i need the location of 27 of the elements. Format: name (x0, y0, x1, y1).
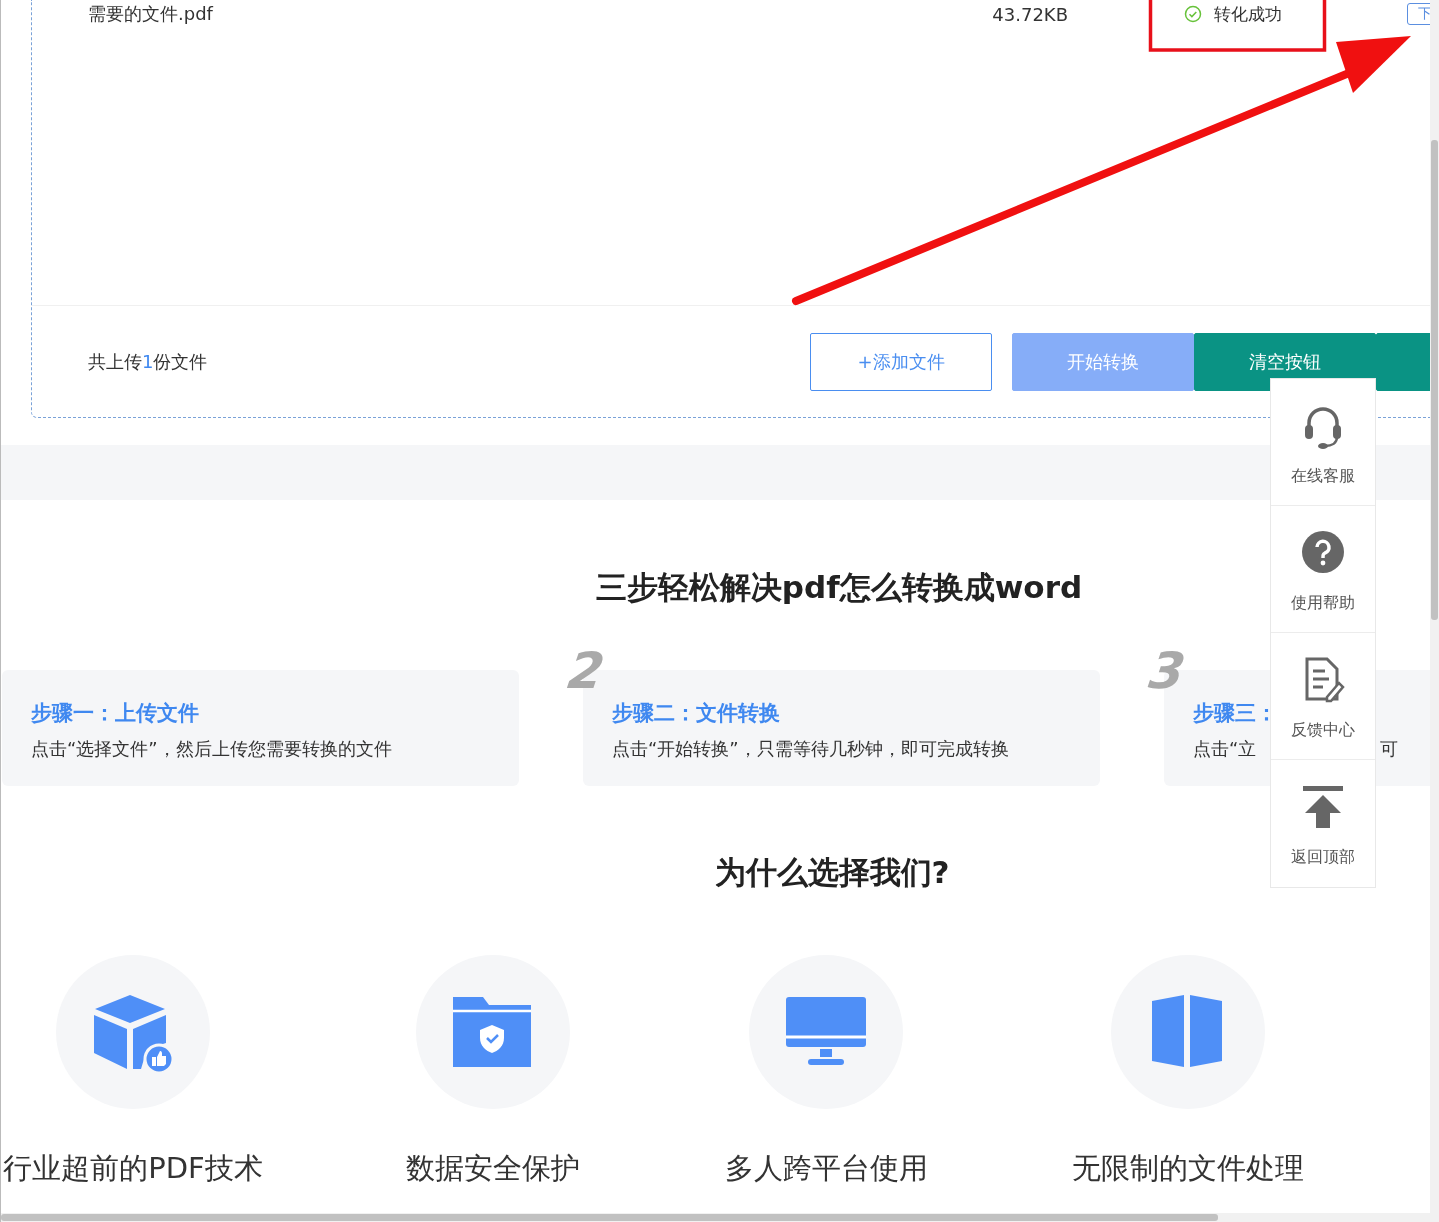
step-description: 点击“开始转换”，只需等待几秒钟，即可完成转换 (612, 737, 1009, 761)
file-name: 需要的文件.pdf (88, 2, 215, 26)
float-menu-item[interactable]: 反馈中心 (1271, 633, 1375, 760)
feature-label: 无限制的文件处理 (1072, 1150, 1304, 1187)
upload-summary: 共上传1份文件 (88, 349, 209, 374)
horizontal-scrollbar[interactable] (1, 1213, 1439, 1222)
section-title: 为什么选择我们? (714, 854, 950, 890)
float-menu-item[interactable]: 返回顶部 (1271, 760, 1375, 887)
step-title: 步骤二：文件转换 (612, 700, 780, 727)
vertical-scrollbar[interactable] (1430, 0, 1439, 1213)
step-title: 步骤一：上传文件 (31, 700, 199, 727)
section-title: 三步轻松解决pdf怎么转换成word (595, 569, 1083, 605)
back-to-top-icon (1301, 784, 1345, 830)
check-circle-icon (1184, 5, 1202, 23)
feature-label: 多人跨平台使用 (724, 1150, 928, 1187)
step-number: 2 (565, 646, 608, 696)
step-description: 点击“立 (1193, 737, 1258, 761)
step-description: 可 (1380, 737, 1398, 761)
feature-label: 数据安全保护 (406, 1150, 580, 1187)
help-icon (1301, 530, 1345, 576)
file-size: 43.72KB (991, 3, 1068, 25)
conversion-status: 转化成功 (1214, 2, 1282, 26)
step-description: 点击“选择文件”，然后上传您需要转换的文件 (31, 737, 392, 761)
float-menu-item[interactable]: 使用帮助 (1271, 506, 1375, 633)
float-menu-item[interactable]: 在线客服 (1271, 379, 1375, 506)
step-number: 3 (1146, 646, 1189, 696)
feature-label: 行业超前的PDF技术 (3, 1150, 263, 1187)
